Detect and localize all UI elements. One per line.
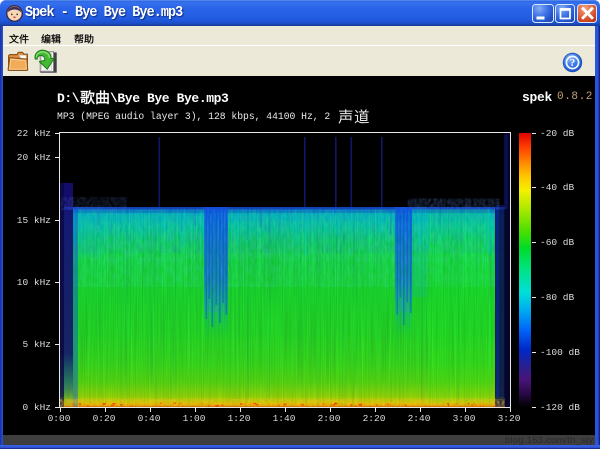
svg-text:?: ? xyxy=(570,57,576,69)
